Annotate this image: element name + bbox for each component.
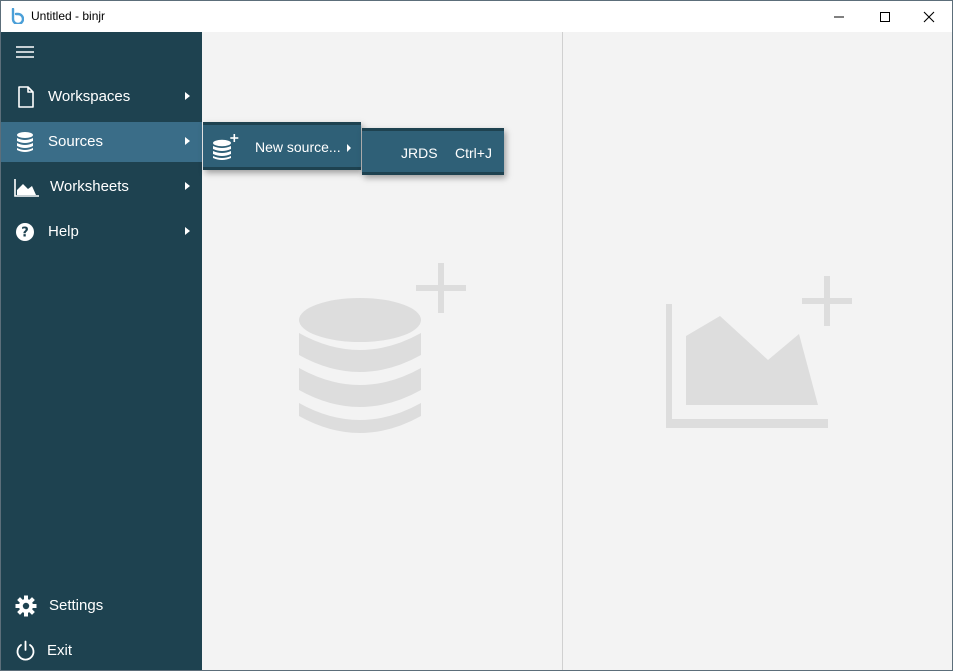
maximize-button[interactable] <box>862 1 908 32</box>
submenu-arrow-icon <box>347 144 351 152</box>
close-button[interactable] <box>906 1 952 32</box>
database-add-icon <box>213 134 239 160</box>
binjr-logo-icon <box>11 8 24 24</box>
window-title: Untitled - binjr <box>31 9 106 23</box>
maximize-icon <box>880 11 890 22</box>
svg-text:?: ? <box>21 226 29 241</box>
app-window: Untitled - binjr Workspaces Sources Work… <box>0 0 953 671</box>
sidebar-item-help[interactable]: ? Help <box>1 212 202 252</box>
sidebar-item-worksheets[interactable]: Worksheets <box>1 167 202 207</box>
submenu-arrow-icon <box>185 227 190 235</box>
sidebar-item-label: Exit <box>47 642 73 659</box>
sidebar-item-label: Worksheets <box>50 178 129 195</box>
sidebar-item-exit[interactable]: Exit <box>1 631 202 671</box>
power-icon <box>16 640 35 661</box>
new-source-menu-item[interactable]: New source... <box>203 125 355 167</box>
submenu-arrow-icon <box>185 137 190 145</box>
help-icon: ? <box>16 223 34 241</box>
close-icon <box>923 11 935 22</box>
document-icon <box>18 86 34 108</box>
sidebar-item-label: Workspaces <box>48 88 131 105</box>
new-source-label: New source... <box>255 139 341 155</box>
minimize-button[interactable] <box>816 1 862 32</box>
minimize-icon <box>834 16 844 17</box>
sidebar: Workspaces Sources Worksheets ? Help Set… <box>1 32 202 670</box>
jrds-label: JRDS <box>401 145 438 161</box>
add-worksheet-icon[interactable] <box>666 276 852 428</box>
sidebar-item-label: Settings <box>49 597 104 614</box>
jrds-menu-item[interactable]: JRDS Ctrl+J <box>362 131 498 172</box>
database-icon <box>17 132 33 152</box>
area-chart-icon <box>14 179 39 197</box>
gear-icon <box>15 595 37 617</box>
sidebar-item-settings[interactable]: Settings <box>1 586 202 626</box>
sidebar-item-sources[interactable]: Sources <box>1 122 202 162</box>
sources-submenu: New source... <box>203 122 361 170</box>
new-source-submenu: JRDS Ctrl+J <box>362 128 504 175</box>
worksheets-pane <box>564 32 952 670</box>
jrds-shortcut: Ctrl+J <box>455 145 492 161</box>
sidebar-item-workspaces[interactable]: Workspaces <box>1 77 202 117</box>
submenu-arrow-icon <box>185 92 190 100</box>
hamburger-icon[interactable] <box>15 44 35 60</box>
sidebar-item-label: Sources <box>48 133 104 150</box>
submenu-arrow-icon <box>185 182 190 190</box>
add-source-icon[interactable] <box>298 263 466 441</box>
title-bar: Untitled - binjr <box>1 1 952 32</box>
sidebar-item-label: Help <box>48 223 79 240</box>
